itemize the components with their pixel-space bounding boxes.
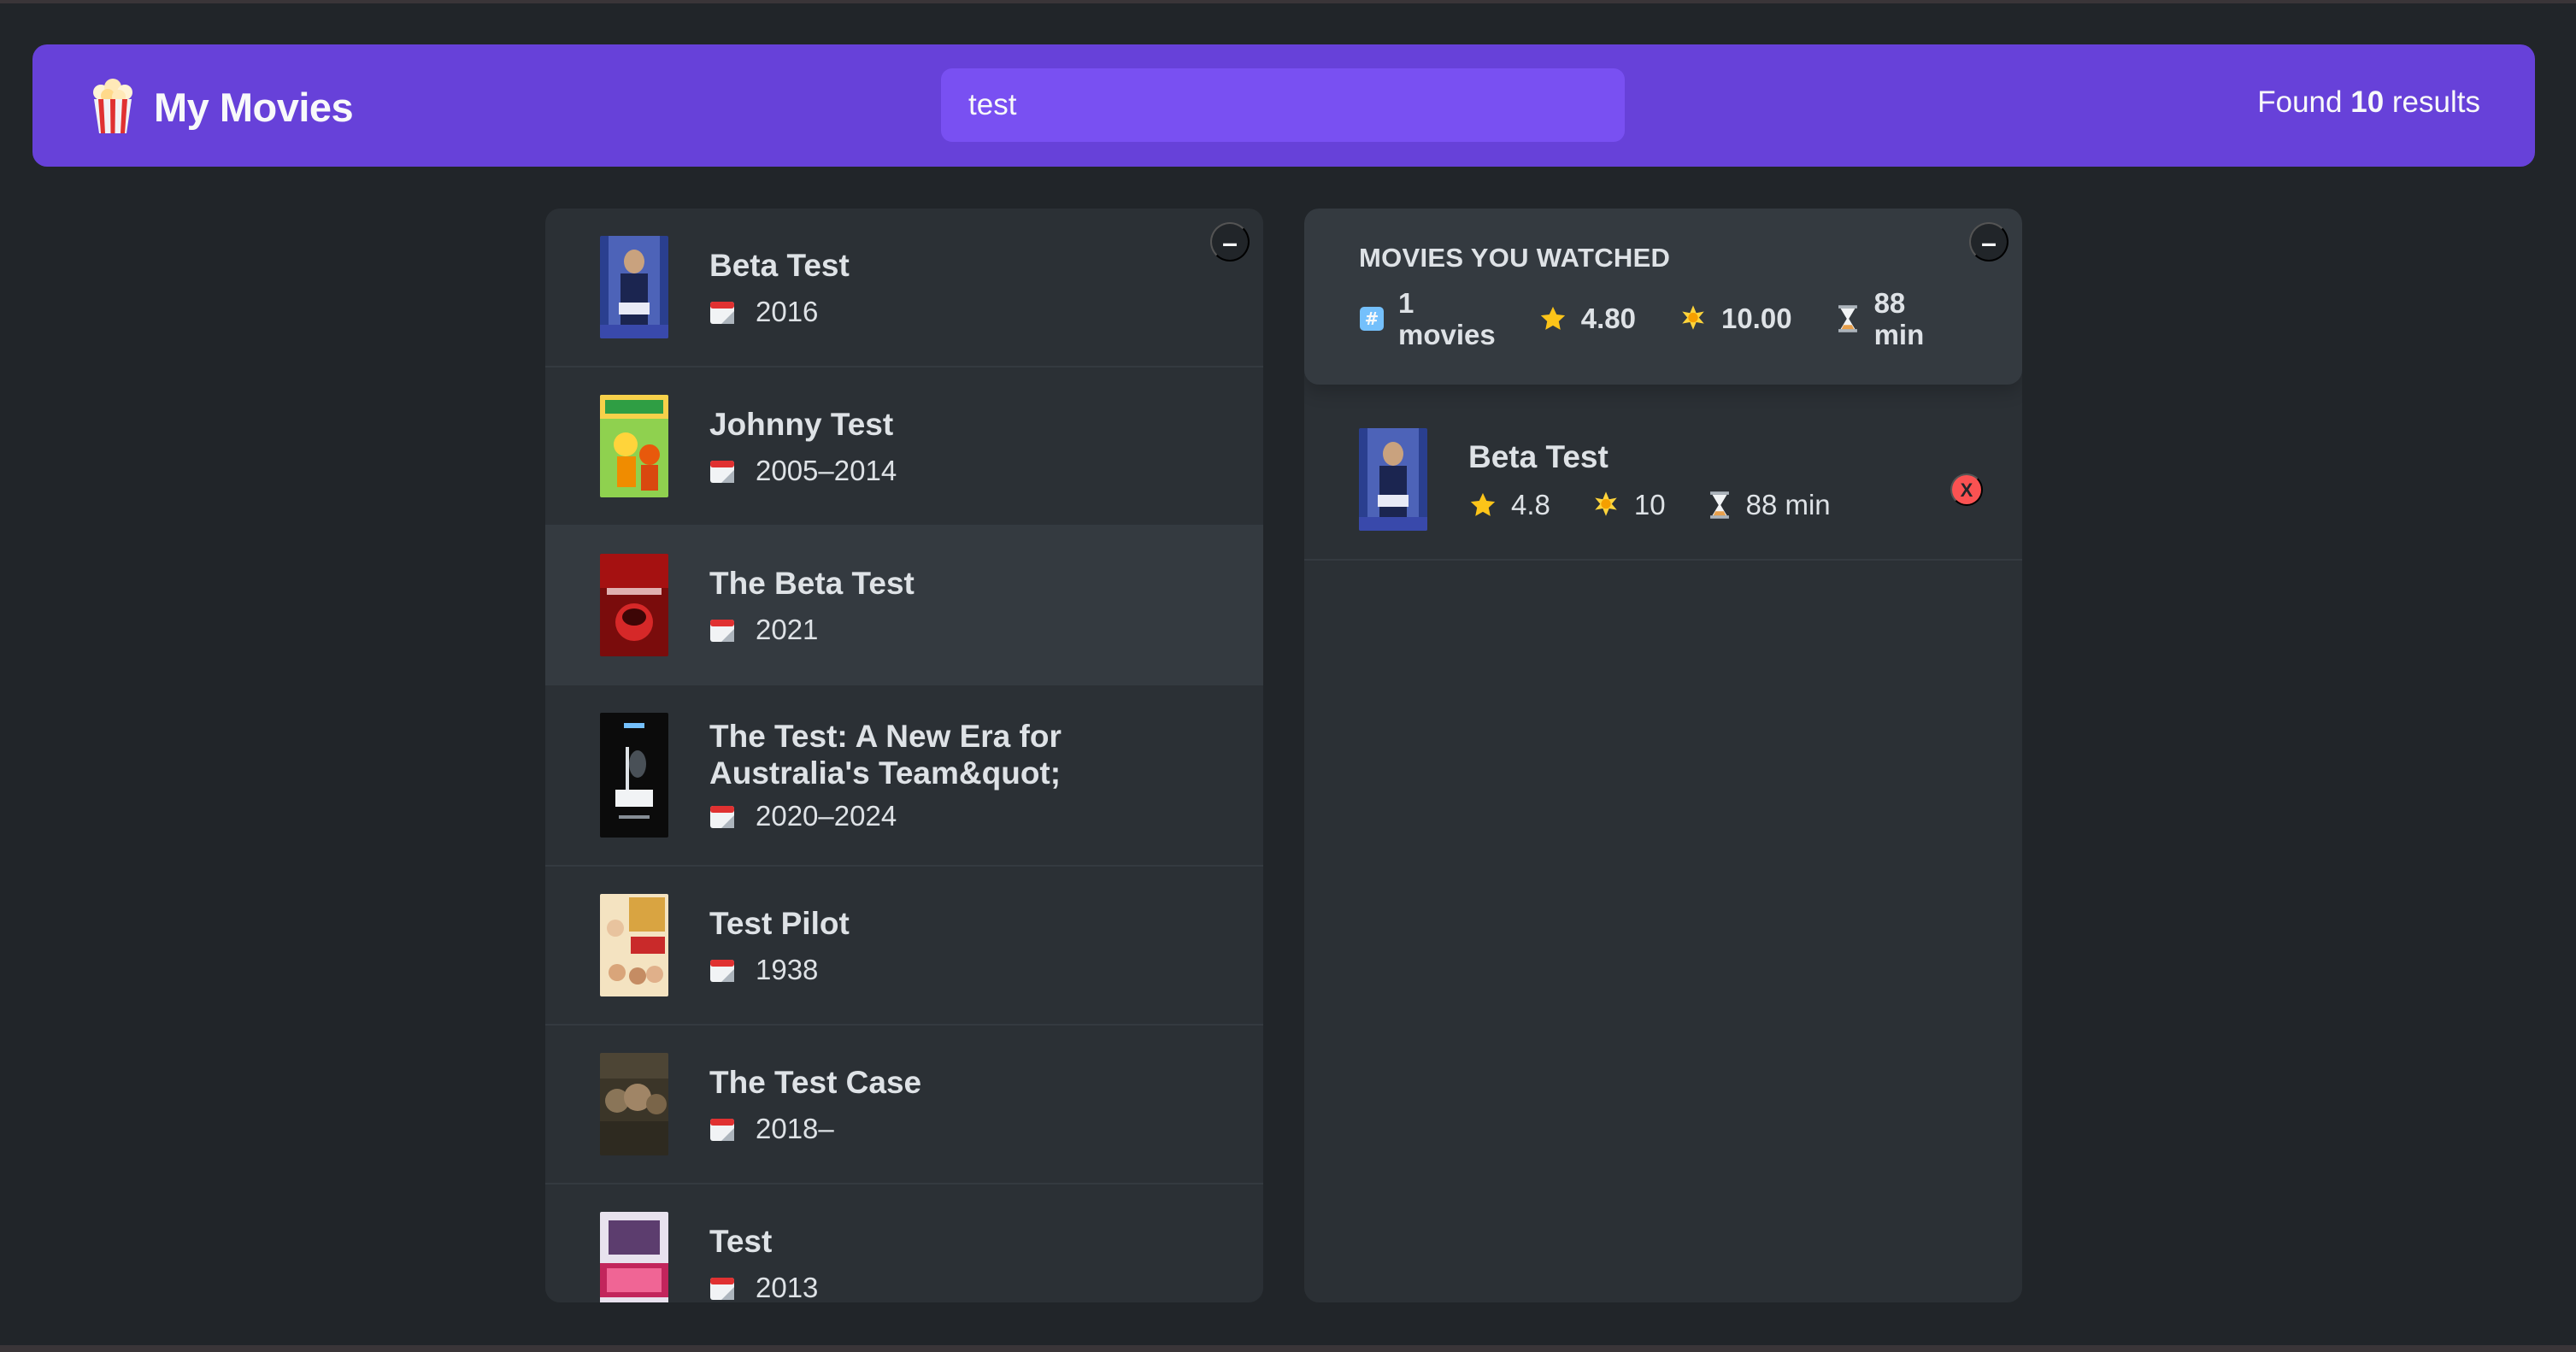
movie-poster — [600, 554, 668, 656]
movie-year: 2016 — [756, 295, 819, 327]
results-prefix: Found — [2257, 85, 2343, 119]
logo: My Movies — [89, 77, 354, 137]
movie-info: Johnny Test 2005–2014 — [709, 406, 897, 487]
movie-poster — [1359, 428, 1427, 531]
movie-item[interactable]: Beta Test 2016 — [545, 209, 1263, 367]
movie-info: The Test: A New Era for Australia's Team… — [709, 718, 1103, 832]
summary-heading: Movies you watched — [1359, 243, 1671, 273]
movie-year-row: 1938 — [709, 954, 850, 986]
movie-item[interactable]: Test Pilot 1938 — [545, 867, 1263, 1026]
movie-item[interactable]: The Test: A New Era for Australia's Team… — [545, 685, 1263, 867]
watched-movie-title: Beta Test — [1468, 438, 1609, 474]
watched-runtime: 88 min — [1707, 489, 1831, 521]
calendar-icon — [710, 959, 734, 982]
stat-runtime-unit: min — [1873, 319, 1925, 350]
watched-movie-meta: 4.8 10 88 min — [1468, 489, 1872, 521]
star-icon — [1470, 492, 1496, 516]
window-top-edge — [0, 0, 2576, 3]
watched-imdb-value: 4.8 — [1511, 488, 1550, 520]
movie-poster — [600, 713, 668, 838]
glowing-star-icon — [1595, 491, 1617, 516]
watched-summary: Movies you watched # 1 movies 4.80 — [1304, 209, 2022, 385]
movie-item[interactable]: Test 2013 — [545, 1184, 1263, 1302]
movie-year: 1938 — [756, 953, 819, 985]
movie-year-row: 2021 — [709, 614, 915, 646]
movie-item[interactable]: The Test Case 2018– — [545, 1026, 1263, 1184]
app-title: My Movies — [154, 84, 354, 130]
collapse-results-button[interactable]: – — [1210, 222, 1250, 262]
results-suffix: results — [2391, 85, 2480, 119]
stat-runtime: 88 min — [1835, 287, 1925, 350]
hourglass-icon — [1838, 305, 1857, 332]
movie-title: Test Pilot — [709, 905, 850, 941]
calendar-icon — [710, 1118, 734, 1141]
calendar-icon — [710, 1277, 734, 1300]
hourglass-icon — [1709, 491, 1729, 519]
movie-year-row: 2005–2014 — [709, 455, 897, 487]
movie-year-row: 2018– — [709, 1113, 921, 1145]
movie-title: Test — [709, 1223, 773, 1259]
movie-year: 2005–2014 — [756, 454, 897, 486]
movie-info: Test Pilot 1938 — [709, 905, 850, 986]
movie-info: The Test Case 2018– — [709, 1064, 921, 1145]
svg-text:#: # — [1365, 309, 1379, 329]
results-count: Found 10 results — [2257, 85, 2480, 120]
movie-title: The Test: A New Era for Australia's Team… — [709, 719, 1062, 791]
movie-year: 2018– — [756, 1112, 834, 1144]
movie-poster — [600, 1212, 668, 1302]
movie-poster — [600, 236, 668, 338]
stat-user-rating: 10.00 — [1679, 303, 1792, 335]
movie-poster — [600, 894, 668, 996]
calendar-icon — [710, 460, 734, 483]
stat-imdb-rating: 4.80 — [1538, 303, 1636, 335]
movie-item[interactable]: The Beta Test 2021 — [545, 526, 1263, 685]
stat-count-unit: movies — [1398, 319, 1496, 350]
stat-imdb-value: 4.80 — [1580, 303, 1636, 334]
watched-box: – Movies you watched # 1 movies 4.80 — [1304, 209, 2022, 1302]
movie-title: The Beta Test — [709, 565, 915, 601]
movie-year-row: 2013 — [709, 1271, 819, 1303]
delete-watched-button[interactable]: X — [1950, 473, 1983, 506]
navbar: My Movies Found 10 results — [32, 44, 2535, 167]
movie-poster — [600, 395, 668, 497]
watched-movie-item: Beta Test 4.8 10 88 min X — [1304, 385, 2022, 561]
collapse-watched-button[interactable]: – — [1969, 222, 2008, 262]
movie-list: Beta Test 2016 Johnny Test 2005–2014 The… — [545, 209, 1263, 1302]
search-results-box: – Beta Test 2016 Johnny Test 2005–2014 T… — [545, 209, 1263, 1302]
window-bottom-edge — [0, 1345, 2576, 1352]
stat-user-value: 10.00 — [1720, 303, 1792, 334]
watched-movie-info: Beta Test 4.8 10 88 min — [1468, 438, 1872, 521]
movie-title: The Test Case — [709, 1064, 922, 1100]
movie-year: 2013 — [756, 1271, 819, 1303]
search-input[interactable] — [941, 68, 1625, 142]
popcorn-icon — [93, 79, 132, 133]
movie-year-row: 2020–2024 — [709, 800, 1103, 832]
results-number: 10 — [2350, 85, 2385, 119]
summary-stats: # 1 movies 4.80 10.00 88 min — [1359, 287, 1971, 350]
movie-year: 2021 — [756, 613, 819, 645]
movie-item[interactable]: Johnny Test 2005–2014 — [545, 367, 1263, 526]
movie-poster — [600, 1053, 668, 1155]
movie-year: 2020–2024 — [756, 800, 897, 832]
movie-title: Johnny Test — [709, 406, 894, 442]
calendar-icon — [710, 301, 734, 324]
glowing-star-icon — [1682, 305, 1704, 330]
movie-info: Test 2013 — [709, 1223, 818, 1303]
stat-count: # 1 movies — [1359, 287, 1496, 350]
star-icon — [1540, 306, 1565, 330]
watched-runtime-value: 88 min — [1745, 488, 1831, 520]
movie-info: The Beta Test 2021 — [709, 565, 915, 646]
calendar-icon — [710, 806, 734, 828]
hash-icon: # — [1360, 307, 1384, 331]
stat-runtime-value: 88 — [1873, 287, 1906, 319]
stat-count-value: 1 — [1398, 287, 1414, 319]
movie-year-row: 2016 — [709, 296, 850, 328]
watched-list: Beta Test 4.8 10 88 min X — [1304, 385, 2022, 561]
watched-user-value: 10 — [1633, 488, 1666, 520]
watched-imdb-rating: 4.8 — [1468, 489, 1550, 521]
calendar-icon — [710, 619, 734, 642]
movie-info: Beta Test 2016 — [709, 247, 850, 328]
movie-title: Beta Test — [709, 247, 850, 283]
watched-user-rating: 10 — [1591, 489, 1666, 521]
